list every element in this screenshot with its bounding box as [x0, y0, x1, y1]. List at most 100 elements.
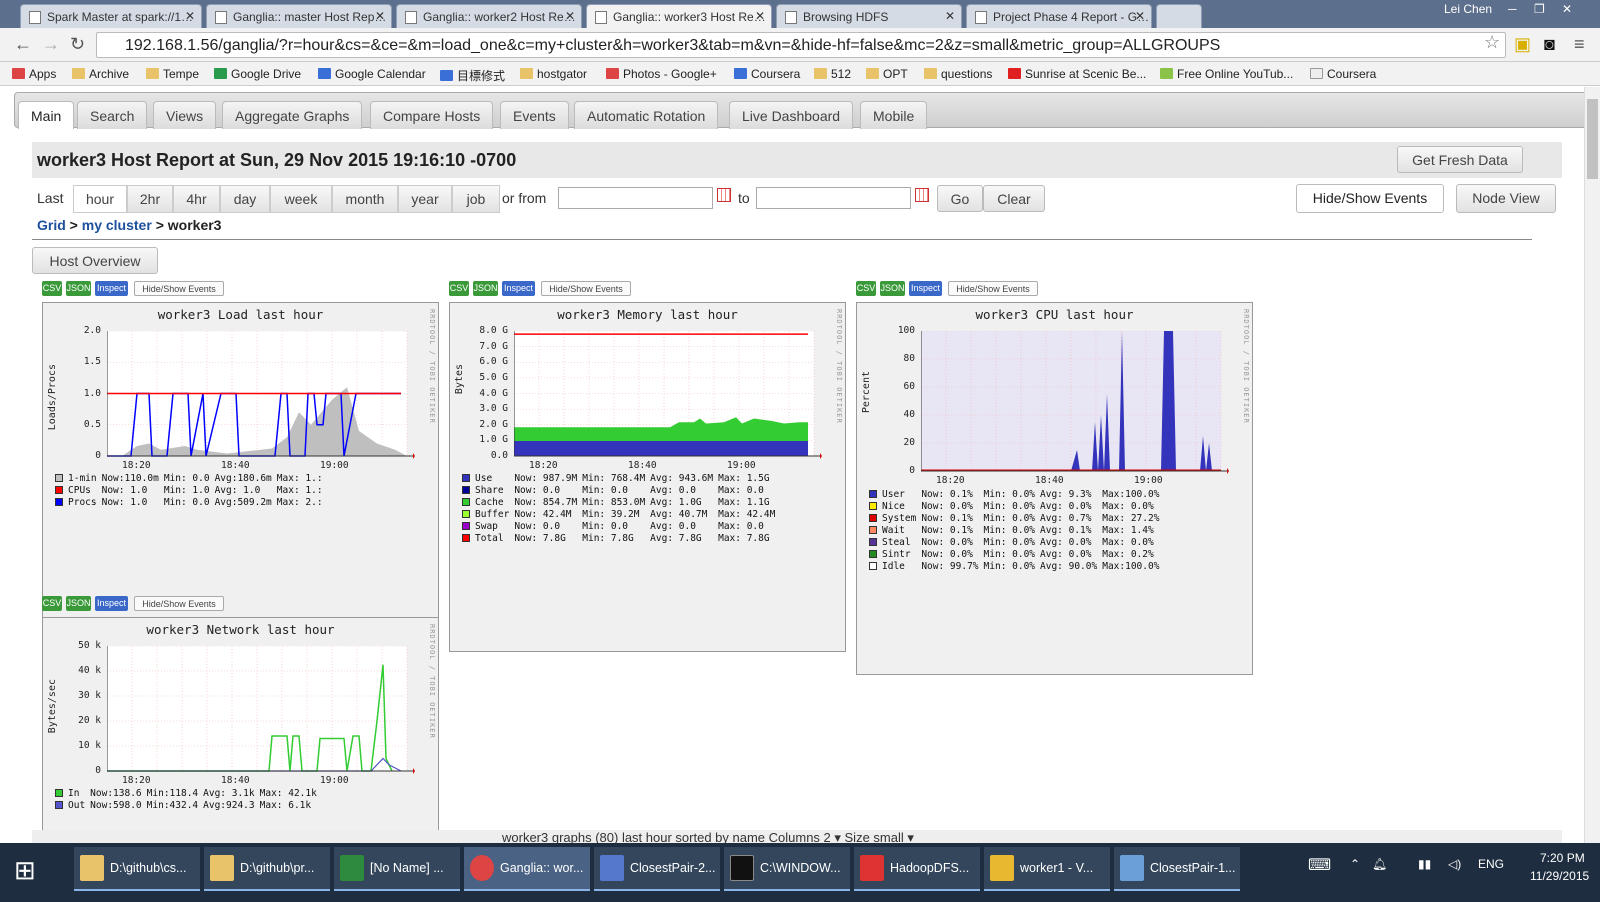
tab-events[interactable]: Events — [500, 101, 569, 129]
extension-icon[interactable]: ◙ — [1544, 34, 1555, 55]
bookmark-link[interactable]: Google Drive — [214, 67, 301, 81]
bookmark-folder[interactable]: questions — [924, 67, 992, 81]
user-profile[interactable]: Lei Chen — [1444, 2, 1492, 16]
taskbar-item-active[interactable]: Ganglia:: wor... — [464, 847, 590, 891]
forward-arrow-icon[interactable]: → — [42, 34, 60, 55]
json-button[interactable]: JSON — [66, 281, 91, 296]
notification-icon[interactable]: 🔔︎ — [1372, 857, 1387, 871]
tab-automatic-rotation[interactable]: Automatic Rotation — [574, 101, 719, 129]
range-hour-button[interactable]: hour — [73, 185, 127, 213]
load-graph[interactable]: worker3 Load last hour RRDTOOL / TOBI OET… — [42, 302, 439, 619]
page-scrollbar[interactable] — [1584, 87, 1600, 843]
clear-button[interactable]: Clear — [983, 185, 1045, 212]
network-graph[interactable]: worker3 Network last hour RRDTOOL / TOBI … — [42, 617, 439, 843]
taskbar-item[interactable]: ClosestPair-2... — [594, 847, 720, 891]
url-input[interactable]: 192.168.1.56/ganglia/?r=hour&cs=&ce=&m=l… — [96, 32, 1506, 58]
windows-start-icon[interactable]: ⊞ — [14, 855, 36, 886]
browser-tab[interactable]: Project Phase 4 Report - G… ✕ — [966, 4, 1152, 28]
from-date-input[interactable] — [558, 187, 713, 209]
inspect-button[interactable]: Inspect — [502, 281, 535, 296]
bookmark-folder[interactable]: 512 — [814, 67, 851, 81]
get-fresh-data-button[interactable]: Get Fresh Data — [1397, 146, 1523, 173]
taskbar-item[interactable]: HadoopDFS... — [854, 847, 980, 891]
taskbar-item[interactable]: worker1 - V... — [984, 847, 1110, 891]
bookmark-link[interactable]: Google Calendar — [318, 67, 426, 81]
clock-time[interactable]: 7:20 PM — [1540, 851, 1585, 865]
memory-graph[interactable]: worker3 Memory last hour RRDTOOL / TOBI O… — [449, 302, 846, 652]
tab-mobile[interactable]: Mobile — [860, 101, 928, 129]
close-icon[interactable]: ✕ — [565, 9, 575, 23]
range-day-button[interactable]: day — [220, 185, 270, 213]
calendar-icon[interactable] — [915, 188, 929, 202]
taskbar-item[interactable]: [No Name] ... — [334, 847, 460, 891]
range-4hr-button[interactable]: 4hr — [173, 185, 220, 213]
tray-expand-icon[interactable]: ⌃ — [1350, 857, 1360, 871]
close-icon[interactable]: ✕ — [375, 9, 385, 23]
bookmark-folder[interactable]: OPT — [866, 67, 908, 81]
browser-tab[interactable]: Spark Master at spark://1… ✕ — [20, 4, 202, 28]
language-indicator[interactable]: ENG — [1478, 857, 1504, 871]
minimize-icon[interactable]: ─ — [1508, 2, 1517, 16]
tab-search[interactable]: Search — [77, 101, 148, 129]
volume-icon[interactable]: ◁) — [1448, 857, 1461, 871]
new-tab-button[interactable] — [1156, 4, 1202, 28]
keyboard-icon[interactable]: ⌨ — [1308, 855, 1331, 875]
bookmark-link[interactable]: Photos - Google+ — [606, 67, 717, 81]
graph-hide-show-events-button[interactable]: Hide/Show Events — [134, 596, 224, 611]
taskbar-item[interactable]: D:\github\cs... — [74, 847, 200, 891]
graphs-sort-bar[interactable]: worker3 graphs (80) last hour sorted by … — [32, 830, 1562, 843]
extension-icon[interactable]: ▣ — [1514, 34, 1531, 55]
bookmark-apps[interactable]: Apps — [12, 67, 56, 81]
tab-live-dashboard[interactable]: Live Dashboard — [729, 101, 854, 129]
tab-main[interactable]: Main — [18, 101, 75, 129]
range-2hr-button[interactable]: 2hr — [127, 185, 173, 213]
bookmark-folder[interactable]: Tempe — [146, 67, 199, 81]
clock-date[interactable]: 11/29/2015 — [1530, 869, 1589, 883]
csv-button[interactable]: CSV — [449, 281, 469, 296]
csv-button[interactable]: CSV — [856, 281, 876, 296]
range-week-button[interactable]: week — [270, 185, 332, 213]
bookmark-link[interactable]: Coursera — [734, 67, 800, 81]
inspect-button[interactable]: Inspect — [95, 281, 128, 296]
browser-tab[interactable]: Browsing HDFS ✕ — [776, 4, 962, 28]
json-button[interactable]: JSON — [66, 596, 91, 611]
maximize-icon[interactable]: ❐ — [1534, 2, 1545, 16]
browser-tab-active[interactable]: Ganglia:: worker3 Host Re… ✕ — [586, 4, 772, 29]
bookmark-link[interactable]: Sunrise at Scenic Be... — [1008, 67, 1146, 81]
bookmark-folder[interactable]: Archive — [72, 67, 129, 81]
csv-button[interactable]: CSV — [42, 596, 62, 611]
tab-aggregate-graphs[interactable]: Aggregate Graphs — [222, 101, 363, 129]
graph-hide-show-events-button[interactable]: Hide/Show Events — [948, 281, 1038, 296]
tab-compare-hosts[interactable]: Compare Hosts — [370, 101, 494, 129]
close-icon[interactable]: ✕ — [945, 9, 955, 23]
breadcrumb-grid-link[interactable]: Grid — [37, 217, 66, 233]
bookmark-link[interactable]: Coursera — [1310, 67, 1376, 81]
json-button[interactable]: JSON — [473, 281, 498, 296]
close-icon[interactable]: ✕ — [1135, 9, 1145, 23]
bookmark-link[interactable]: 目標修式 — [440, 67, 505, 84]
browser-tab[interactable]: Ganglia:: master Host Rep… ✕ — [206, 4, 392, 28]
range-job-button[interactable]: job — [452, 185, 500, 213]
reload-icon[interactable]: ↻ — [70, 34, 85, 55]
taskbar-item[interactable]: C:\WINDOW... — [724, 847, 850, 891]
taskbar-item[interactable]: D:\github\pr... — [204, 847, 330, 891]
node-view-button[interactable]: Node View — [1456, 184, 1556, 213]
taskbar-item[interactable]: ClosestPair-1... — [1114, 847, 1240, 891]
close-icon[interactable]: ✕ — [185, 9, 195, 23]
menu-icon[interactable]: ≡ — [1574, 34, 1585, 55]
close-window-icon[interactable]: ✕ — [1562, 2, 1572, 16]
csv-button[interactable]: CSV — [42, 281, 62, 296]
graph-hide-show-events-button[interactable]: Hide/Show Events — [541, 281, 631, 296]
hide-show-events-button[interactable]: Hide/Show Events — [1296, 184, 1444, 213]
bookmark-link[interactable]: Free Online YouTub... — [1160, 67, 1293, 81]
breadcrumb-cluster-link[interactable]: my cluster — [82, 217, 152, 233]
range-month-button[interactable]: month — [332, 185, 398, 213]
to-date-input[interactable] — [756, 187, 911, 209]
scrollbar-thumb[interactable] — [1587, 99, 1598, 179]
browser-tab[interactable]: Ganglia:: worker2 Host Re… ✕ — [396, 4, 582, 28]
tab-views[interactable]: Views — [153, 101, 217, 129]
network-icon[interactable]: ▮▮ — [1418, 857, 1431, 871]
inspect-button[interactable]: Inspect — [95, 596, 128, 611]
bookmark-star-icon[interactable]: ☆ — [1484, 32, 1500, 53]
graph-hide-show-events-button[interactable]: Hide/Show Events — [134, 281, 224, 296]
